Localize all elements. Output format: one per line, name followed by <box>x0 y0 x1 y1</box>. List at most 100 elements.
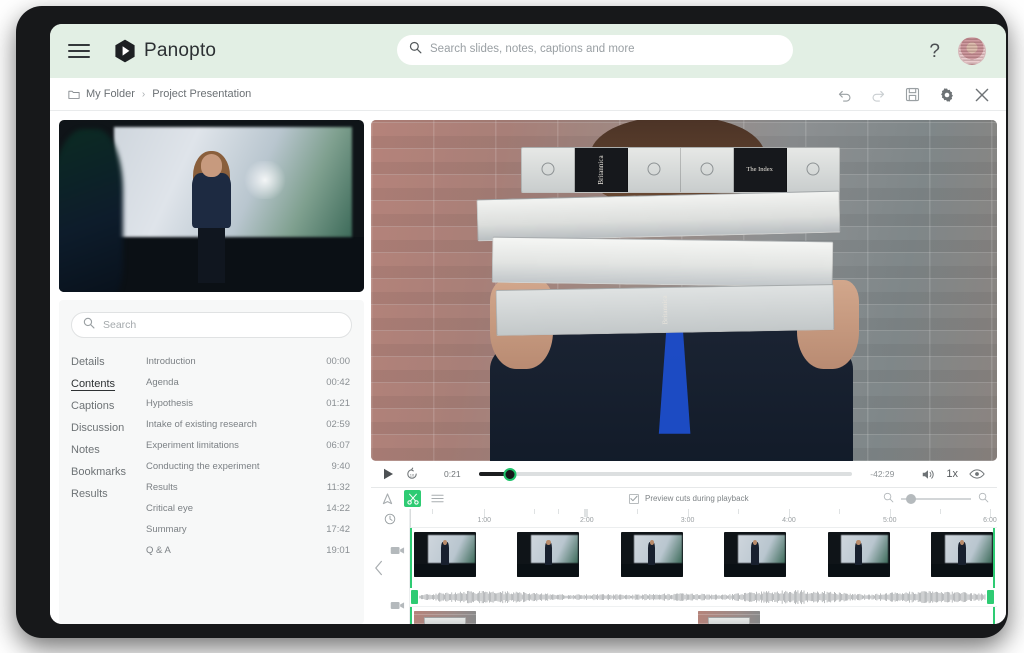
track-thumbnail[interactable] <box>517 532 579 577</box>
track-thumbnail[interactable] <box>414 611 476 624</box>
timeline-panel: Preview cuts during playback <box>371 487 997 624</box>
presenter-video-thumbnail[interactable] <box>59 120 364 292</box>
track-thumbnail[interactable] <box>828 532 890 577</box>
book-index-label: The Index <box>746 166 773 174</box>
volume-icon[interactable] <box>921 468 935 481</box>
video-track-2[interactable] <box>410 606 997 624</box>
timeline-toolbar: Preview cuts during playback <box>371 488 997 509</box>
sidebar-item-contents[interactable]: Contents <box>71 373 143 395</box>
cursor-arrow-icon[interactable] <box>379 490 396 507</box>
scissors-icon[interactable] <box>404 490 421 507</box>
book-segment <box>496 291 497 335</box>
brand[interactable]: Panopto <box>114 39 216 63</box>
sidebar-item-notes[interactable]: Notes <box>71 439 143 461</box>
ruler-tick-label: 1:00 <box>477 517 491 524</box>
replay-10-icon[interactable]: 10 <box>405 467 419 481</box>
timeline-zoom-control <box>883 490 989 508</box>
track-area[interactable] <box>410 528 997 624</box>
content-title: Intake of existing research <box>146 419 257 430</box>
list-item[interactable]: Results 11:32 <box>146 477 352 498</box>
ruler-tick-label: 2:00 <box>580 517 594 524</box>
content-time: 17:42 <box>326 524 350 535</box>
undo-icon[interactable] <box>837 88 852 102</box>
clock-icon <box>371 509 410 528</box>
list-item[interactable]: Agenda 00:42 <box>146 372 352 393</box>
content-title: Conducting the experiment <box>146 461 260 472</box>
zoom-slider-handle[interactable] <box>906 494 916 504</box>
sidebar-item-bookmarks[interactable]: Bookmarks <box>71 461 143 483</box>
track-thumbnail[interactable] <box>621 532 683 577</box>
left-panel: Search Details Contents Captions Discuss… <box>59 120 364 624</box>
list-item[interactable]: Summary 17:42 <box>146 519 352 540</box>
book-segment <box>787 148 840 192</box>
close-icon[interactable] <box>974 87 990 103</box>
content-title: Experiment limitations <box>146 440 239 451</box>
seek-handle[interactable] <box>504 468 517 481</box>
panopto-logo-icon <box>114 39 136 63</box>
audio-trim-handle-right[interactable] <box>987 590 994 604</box>
current-time-label: 0:21 <box>444 469 461 479</box>
timeline-ruler[interactable]: 1:00 2:00 <box>410 509 997 528</box>
eye-icon[interactable] <box>969 468 985 480</box>
list-item[interactable]: Conducting the experiment 9:40 <box>146 456 352 477</box>
breadcrumb-separator: › <box>142 89 145 100</box>
book-segment <box>522 148 575 192</box>
content-title: Critical eye <box>146 503 193 514</box>
audio-waveform <box>419 588 986 606</box>
video-track-1[interactable] <box>410 528 997 588</box>
audio-trim-handle-left[interactable] <box>411 590 418 604</box>
zoom-slider[interactable] <box>901 494 971 504</box>
content-title: Hypothesis <box>146 398 193 409</box>
header-right-actions: ? <box>929 24 986 78</box>
chevron-left-icon[interactable] <box>374 560 384 581</box>
ruler-tick-label: 3:00 <box>681 517 695 524</box>
list-item[interactable]: Introduction 00:00 <box>146 351 352 372</box>
track-thumbnail[interactable] <box>724 532 786 577</box>
svg-text:10: 10 <box>410 472 415 477</box>
track-thumbnail[interactable] <box>414 532 476 577</box>
save-disk-icon[interactable] <box>905 87 920 102</box>
help-button[interactable]: ? <box>929 42 940 61</box>
list-icon[interactable] <box>429 490 446 507</box>
list-item[interactable]: Critical eye 14:22 <box>146 498 352 519</box>
main-video-player[interactable]: Britannica The Index <box>371 120 997 461</box>
panel-search-input[interactable]: Search <box>71 312 352 338</box>
content-title: Introduction <box>146 356 196 367</box>
track-thumbnail[interactable] <box>931 532 993 577</box>
checkbox-box <box>629 494 639 504</box>
content-time: 01:21 <box>326 398 350 409</box>
breadcrumb-root[interactable]: My Folder <box>86 88 135 100</box>
content-title: Summary <box>146 524 187 535</box>
zoom-in-icon[interactable] <box>978 490 989 508</box>
list-item[interactable]: Q & A 19:01 <box>146 540 352 561</box>
book-row-top: Britannica The Index <box>521 147 841 193</box>
book-stack: Britannica The Index <box>477 147 840 335</box>
content-time: 06:07 <box>326 440 350 451</box>
hamburger-icon[interactable] <box>68 40 90 62</box>
zoom-out-icon[interactable] <box>883 490 894 508</box>
redo-icon[interactable] <box>871 88 886 102</box>
gear-icon[interactable] <box>939 87 955 103</box>
list-item[interactable]: Intake of existing research 02:59 <box>146 414 352 435</box>
sidebar-item-details[interactable]: Details <box>71 351 143 373</box>
avatar[interactable] <box>958 37 986 65</box>
track-thumbnail[interactable] <box>698 611 760 624</box>
book-spine-title: Britannica <box>597 156 605 185</box>
playback-speed-button[interactable]: 1x <box>946 468 958 480</box>
panel-tab-rail: Details Contents Captions Discussion Not… <box>71 351 143 561</box>
thumb-foreground-silhouette <box>59 129 123 292</box>
list-item[interactable]: Experiment limitations 06:07 <box>146 435 352 456</box>
book-emblem <box>700 162 713 175</box>
sidebar-item-results[interactable]: Results <box>71 483 143 505</box>
play-icon[interactable] <box>383 468 394 480</box>
preview-cuts-checkbox[interactable]: Preview cuts during playback <box>629 494 749 504</box>
sidebar-item-captions[interactable]: Captions <box>71 395 143 417</box>
content-title: Q & A <box>146 545 171 556</box>
audio-track[interactable] <box>410 588 997 606</box>
thumb-presenter-body <box>192 173 232 228</box>
breadcrumb-current[interactable]: Project Presentation <box>152 88 251 100</box>
seek-bar[interactable] <box>479 467 853 481</box>
search-input[interactable]: Search slides, notes, captions and more <box>397 35 793 65</box>
list-item[interactable]: Hypothesis 01:21 <box>146 393 352 414</box>
sidebar-item-discussion[interactable]: Discussion <box>71 417 143 439</box>
